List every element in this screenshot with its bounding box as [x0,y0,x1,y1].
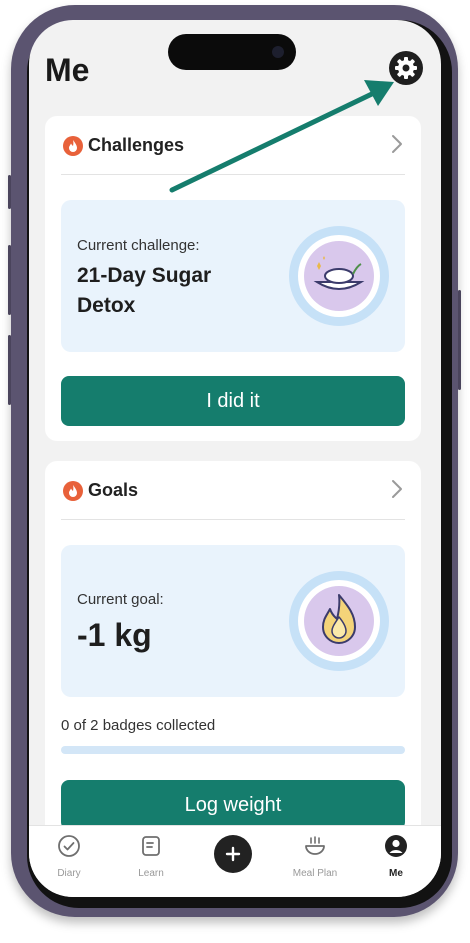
current-goal-panel: Current goal: -1 kg [61,545,405,697]
tab-learn[interactable]: Learn [111,826,191,897]
tab-label: Diary [57,868,81,879]
i-did-it-button[interactable]: I did it [61,376,405,426]
chevron-right-icon[interactable] [391,479,403,499]
add-button[interactable] [214,835,252,873]
divider [61,519,405,520]
tab-diary[interactable]: Diary [29,826,109,897]
badges-collected-text: 0 of 2 badges collected [61,717,216,734]
current-goal-value: -1 kg [77,617,152,653]
document-icon [142,836,160,856]
challenges-card: Challenges Current challenge: 21-Day Sug… [45,116,421,441]
tab-meal-plan[interactable]: Meal Plan [275,826,355,897]
challenges-title: Challenges [88,135,185,155]
current-challenge-panel: Current challenge: 21-Day Sugar Detox [61,200,405,352]
goals-title: Goals [88,480,139,500]
settings-gear-icon[interactable] [389,51,423,85]
app-screen: Me Challenges Current challenge: 21-Day … [29,20,441,897]
log-weight-button[interactable]: Log weight [61,780,405,830]
camera-icon [272,46,284,58]
tab-label: Learn [138,868,164,879]
chevron-right-icon[interactable] [391,134,403,154]
user-icon [385,835,407,857]
tab-label: Me [389,868,403,879]
sugar-detox-badge-icon [289,226,389,326]
divider [61,174,405,175]
bowl-icon [305,836,325,855]
current-goal-label: Current goal: [77,591,164,608]
current-challenge-name-line1: 21-Day Sugar [77,264,212,287]
flame-icon [63,481,83,501]
dynamic-island [168,34,296,70]
goals-header[interactable]: Goals [45,461,421,519]
bottom-tab-bar: Diary Learn Meal Plan Me [29,825,441,897]
page-title: Me [45,52,90,88]
challenges-header[interactable]: Challenges [45,116,421,174]
badges-progress-bar [61,746,405,754]
plus-icon [225,846,241,862]
current-challenge-name-line2: Detox [77,294,136,317]
current-challenge-label: Current challenge: [77,237,200,254]
goals-card: Goals Current goal: -1 kg 0 of 2 badges … [45,461,421,861]
flame-icon [63,136,83,156]
tab-label: Meal Plan [292,868,338,879]
tab-me[interactable]: Me [356,826,436,897]
check-circle-icon [58,835,80,857]
goal-flame-badge-icon [289,571,389,671]
